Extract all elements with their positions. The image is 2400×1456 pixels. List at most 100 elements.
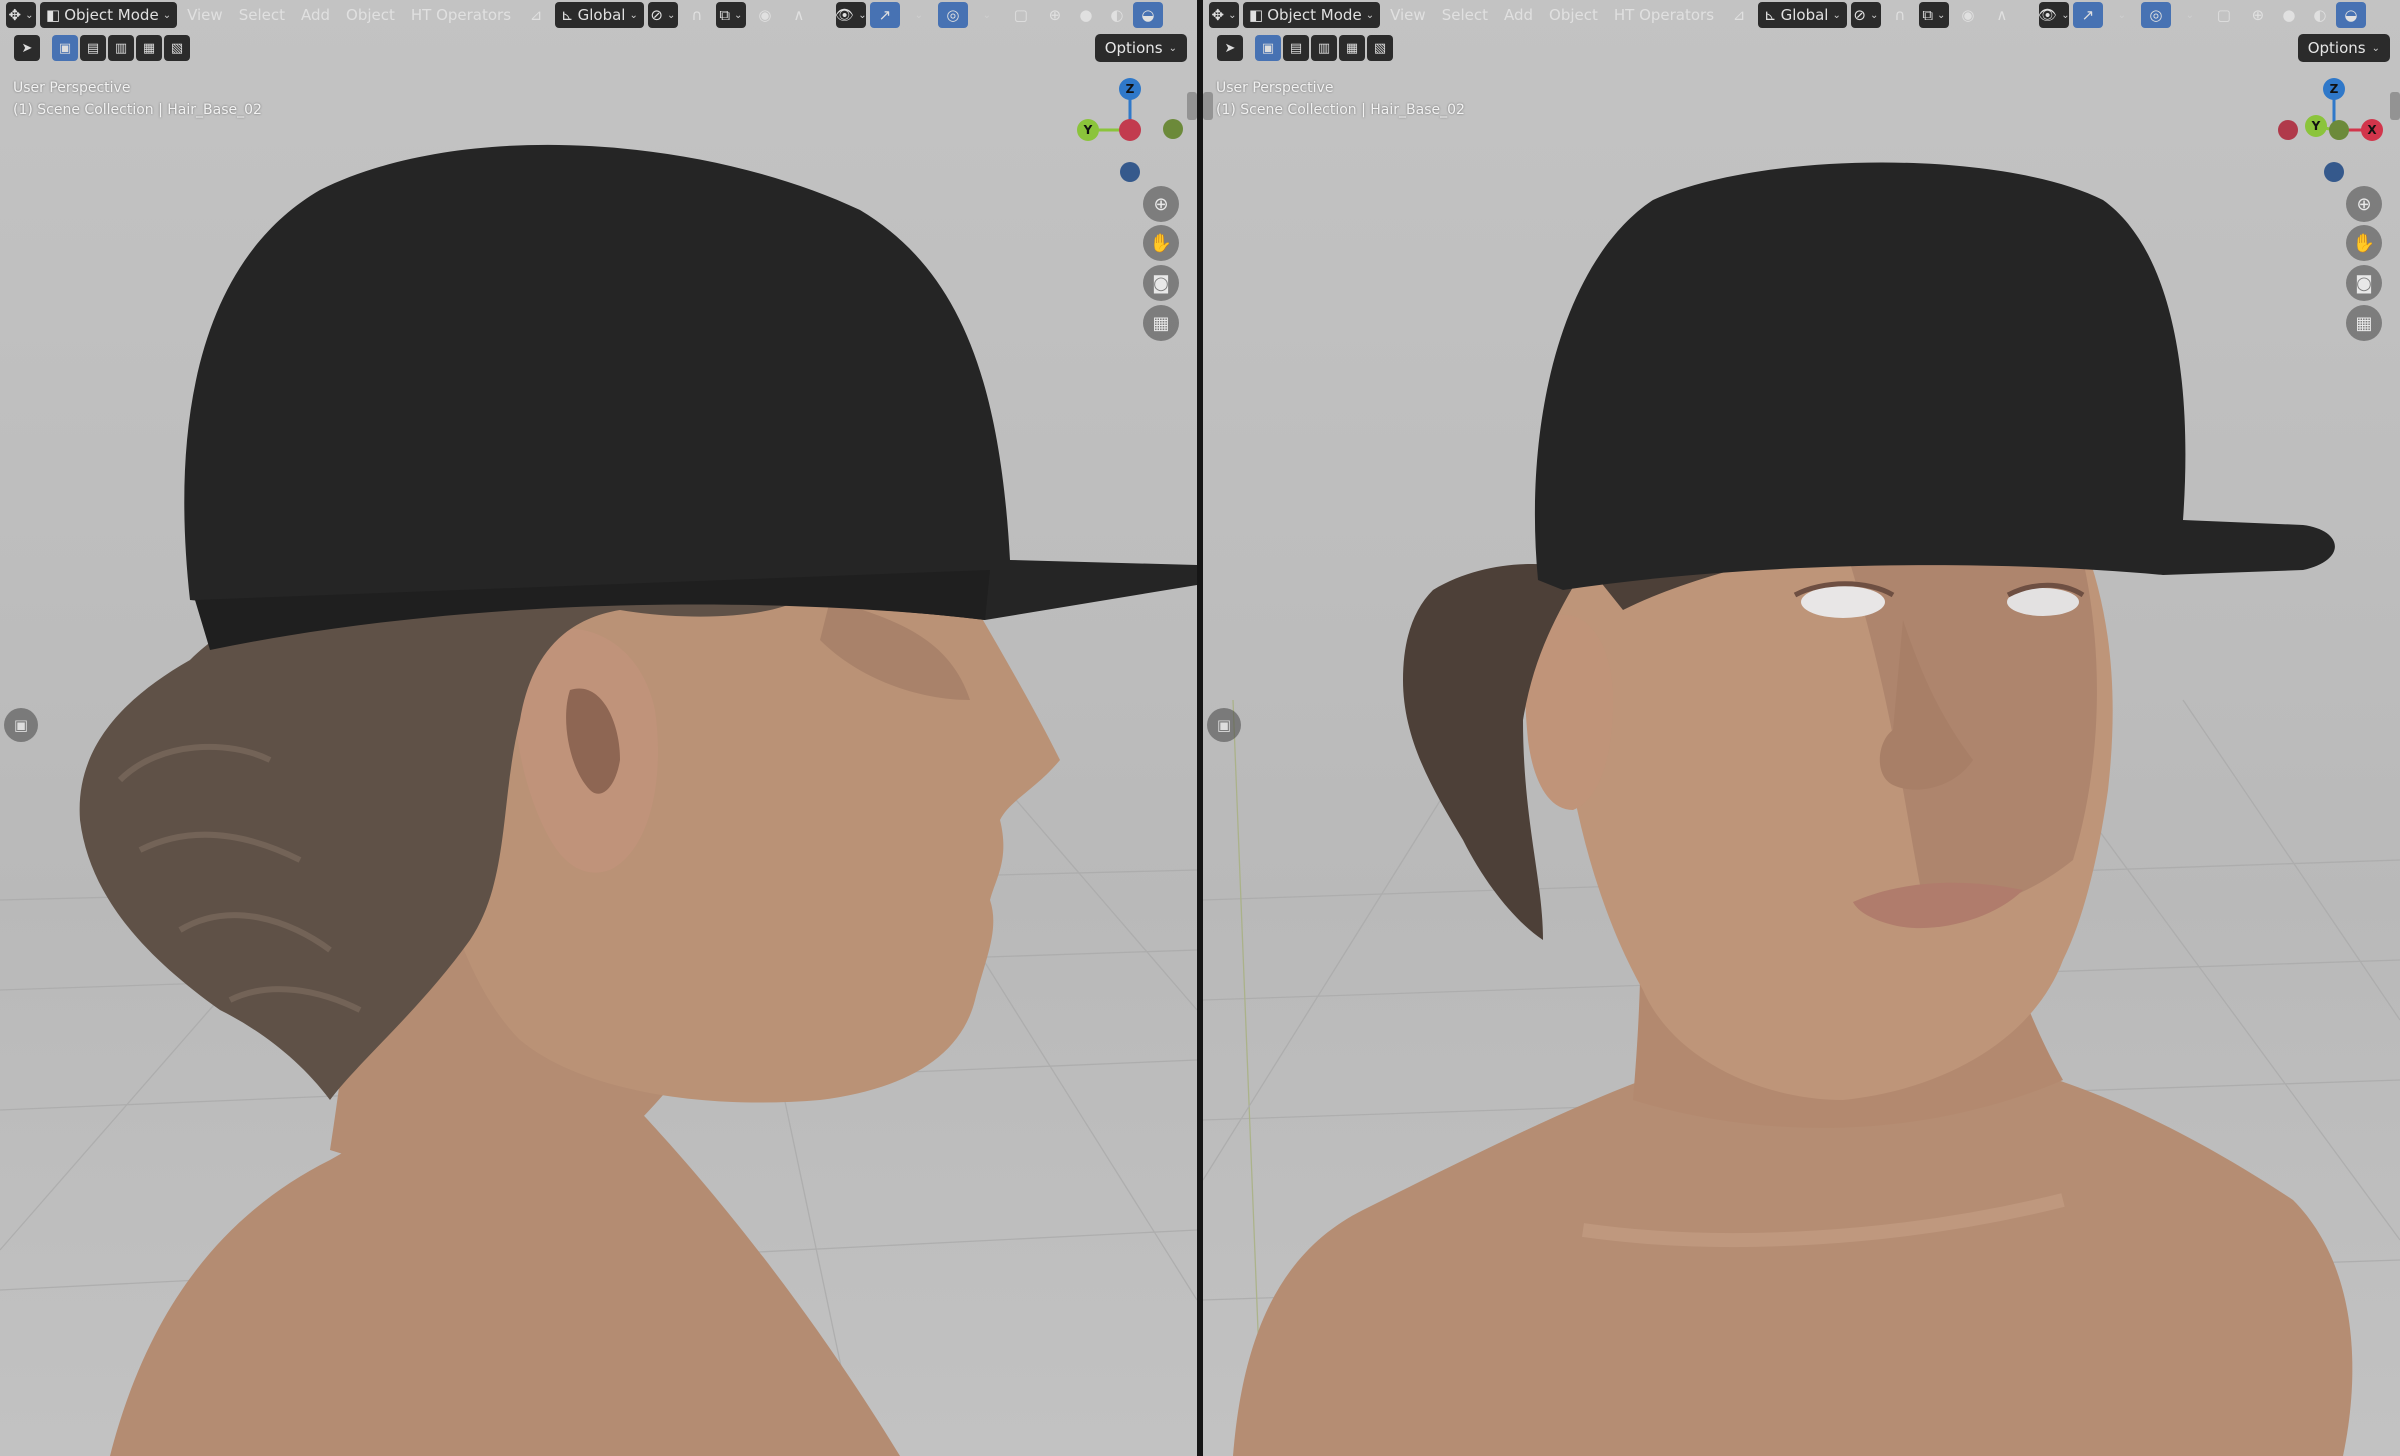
select-tool-icon[interactable]: ➤ bbox=[14, 35, 40, 61]
mode-selector[interactable]: ◧ Object Mode ⌄ bbox=[1243, 2, 1381, 28]
gizmo-menu-chevron-icon[interactable]: ⌄ bbox=[904, 2, 934, 28]
ht-operator-icon[interactable]: ⊿ bbox=[521, 2, 551, 28]
menu-view[interactable]: View bbox=[1384, 2, 1432, 28]
head-side-view bbox=[79, 144, 1197, 1456]
options-button[interactable]: Options ⌄ bbox=[2297, 34, 2390, 62]
menu-object[interactable]: Object bbox=[1543, 2, 1604, 28]
sidebar-edge-tab[interactable] bbox=[2390, 92, 2400, 120]
toolbar-edge-tab[interactable] bbox=[1203, 92, 1213, 120]
xray-icon[interactable]: ▢ bbox=[1006, 2, 1036, 28]
navigation-gizmo[interactable]: Z Y X bbox=[2278, 78, 2388, 188]
select-new-icon[interactable]: ▣ bbox=[52, 35, 78, 61]
select-subtract-icon[interactable]: ▥ bbox=[1311, 35, 1337, 61]
pivot-icon[interactable]: ⊘ ⌄ bbox=[1850, 2, 1881, 28]
select-extend-icon[interactable]: ▤ bbox=[80, 35, 106, 61]
select-subtract-icon[interactable]: ▥ bbox=[108, 35, 134, 61]
menu-ht-operators[interactable]: HT Operators bbox=[1608, 2, 1720, 28]
gizmo-z-axis-negative[interactable] bbox=[1120, 162, 1140, 182]
gizmo-y-axis-negative[interactable] bbox=[2329, 120, 2349, 140]
gizmo-z-axis[interactable]: Z bbox=[1119, 78, 1141, 100]
gizmo-x-axis[interactable]: X bbox=[2361, 119, 2383, 141]
zoom-icon[interactable]: ⊕ bbox=[1143, 186, 1179, 222]
proportional-edit-icon[interactable]: ◉ bbox=[750, 2, 780, 28]
rendered-shading-icon[interactable]: ◒ bbox=[2335, 2, 2366, 28]
wireframe-shading-icon[interactable]: ⊕ bbox=[2243, 2, 2273, 28]
snap-target-icon[interactable]: ⧉ ⌄ bbox=[715, 2, 746, 28]
menu-select[interactable]: Select bbox=[233, 2, 291, 28]
menu-select[interactable]: Select bbox=[1436, 2, 1494, 28]
menu-add[interactable]: Add bbox=[295, 2, 336, 28]
gizmo-toggle-icon[interactable]: ↗ bbox=[869, 2, 900, 28]
select-invert-icon[interactable]: ▦ bbox=[1339, 35, 1365, 61]
gizmo-z-axis-negative[interactable] bbox=[2324, 162, 2344, 182]
toolbar-toggle-icon[interactable]: ▣ bbox=[4, 708, 38, 742]
gizmo-x-axis-negative[interactable] bbox=[1119, 119, 1141, 141]
overlay-icon[interactable]: ◎ bbox=[2140, 2, 2171, 28]
navigation-gizmo[interactable]: Z Y bbox=[1070, 78, 1183, 188]
solid-shading-icon[interactable]: ● bbox=[2274, 2, 2304, 28]
camera-icon[interactable]: ◙ bbox=[1143, 265, 1179, 301]
overlay-menu-chevron-icon[interactable]: ⌄ bbox=[2175, 2, 2205, 28]
pivot-icon[interactable]: ⊘ ⌄ bbox=[647, 2, 678, 28]
gizmo-z-axis[interactable]: Z bbox=[2323, 78, 2345, 100]
viewport-info: User Perspective (1) Scene Collection | … bbox=[13, 77, 262, 121]
orientation-selector[interactable]: ⊾ Global ⌄ bbox=[555, 2, 644, 28]
grid-view-icon[interactable]: ▦ bbox=[1143, 305, 1179, 341]
orientation-selector[interactable]: ⊾ Global ⌄ bbox=[1758, 2, 1847, 28]
gizmo-y-axis-negative[interactable] bbox=[1163, 119, 1183, 139]
gizmo-menu-chevron-icon[interactable]: ⌄ bbox=[2107, 2, 2137, 28]
camera-icon[interactable]: ◙ bbox=[2346, 265, 2382, 301]
select-tool-icon[interactable]: ➤ bbox=[1217, 35, 1243, 61]
menu-view[interactable]: View bbox=[181, 2, 229, 28]
xray-icon[interactable]: ▢ bbox=[2209, 2, 2239, 28]
material-shading-icon[interactable]: ◐ bbox=[1102, 2, 1132, 28]
menu-ht-operators[interactable]: HT Operators bbox=[405, 2, 517, 28]
select-invert-icon[interactable]: ▦ bbox=[136, 35, 162, 61]
mode-selector[interactable]: ◧ Object Mode ⌄ bbox=[40, 2, 178, 28]
select-new-icon[interactable]: ▣ bbox=[1255, 35, 1281, 61]
viewport-left[interactable]: ✥ ⌄ ◧ Object Mode ⌄ View Select Add Objec… bbox=[0, 0, 1197, 1456]
select-extend-icon[interactable]: ▤ bbox=[1283, 35, 1309, 61]
toolbar-toggle-icon[interactable]: ▣ bbox=[1207, 708, 1241, 742]
select-intersect-icon[interactable]: ▧ bbox=[164, 35, 190, 61]
falloff-icon[interactable]: ∧ bbox=[784, 2, 814, 28]
orientation-label: Global bbox=[577, 6, 626, 24]
overlay-icon[interactable]: ◎ bbox=[937, 2, 968, 28]
snap-target-icon[interactable]: ⧉ ⌄ bbox=[1918, 2, 1949, 28]
select-tool-row: ➤ ▣ ▤ ▥ ▦ ▧ bbox=[1217, 34, 1393, 62]
ht-operator-icon[interactable]: ⊿ bbox=[1724, 2, 1754, 28]
material-shading-icon[interactable]: ◐ bbox=[2305, 2, 2335, 28]
editor-type-icon[interactable]: ✥ ⌄ bbox=[1209, 2, 1239, 28]
visibility-icon[interactable]: 👁 ⌄ bbox=[835, 2, 867, 28]
orientation-icon: ⊾ bbox=[1764, 5, 1777, 24]
snap-icon[interactable]: ∩ bbox=[1885, 2, 1915, 28]
solid-shading-icon[interactable]: ● bbox=[1071, 2, 1101, 28]
object-mode-icon: ◧ bbox=[46, 5, 61, 24]
select-tool-row: ➤ ▣ ▤ ▥ ▦ ▧ bbox=[14, 34, 190, 62]
gizmo-toggle-icon[interactable]: ↗ bbox=[2072, 2, 2103, 28]
chevron-down-icon: ⌄ bbox=[2371, 42, 2380, 54]
view-name: User Perspective bbox=[13, 80, 131, 96]
pan-hand-icon[interactable]: ✋ bbox=[1143, 225, 1179, 261]
gizmo-y-axis[interactable]: Y bbox=[2305, 115, 2327, 137]
sidebar-edge-tab[interactable] bbox=[1187, 92, 1197, 120]
overlay-menu-chevron-icon[interactable]: ⌄ bbox=[972, 2, 1002, 28]
select-intersect-icon[interactable]: ▧ bbox=[1367, 35, 1393, 61]
falloff-icon[interactable]: ∧ bbox=[1987, 2, 2017, 28]
menu-object[interactable]: Object bbox=[340, 2, 401, 28]
snap-icon[interactable]: ∩ bbox=[682, 2, 712, 28]
gizmo-x-axis-negative[interactable] bbox=[2278, 120, 2298, 140]
viewport-right[interactable]: ✥ ⌄ ◧ Object Mode ⌄ View Select Add Objec… bbox=[1203, 0, 2400, 1456]
chevron-down-icon: ⌄ bbox=[1168, 42, 1177, 54]
grid-view-icon[interactable]: ▦ bbox=[2346, 305, 2382, 341]
menu-add[interactable]: Add bbox=[1498, 2, 1539, 28]
options-button[interactable]: Options ⌄ bbox=[1094, 34, 1187, 62]
rendered-shading-icon[interactable]: ◒ bbox=[1132, 2, 1163, 28]
wireframe-shading-icon[interactable]: ⊕ bbox=[1040, 2, 1070, 28]
gizmo-y-axis[interactable]: Y bbox=[1077, 119, 1099, 141]
proportional-edit-icon[interactable]: ◉ bbox=[1953, 2, 1983, 28]
pan-hand-icon[interactable]: ✋ bbox=[2346, 225, 2382, 261]
zoom-icon[interactable]: ⊕ bbox=[2346, 186, 2382, 222]
editor-type-icon[interactable]: ✥ ⌄ bbox=[6, 2, 36, 28]
visibility-icon[interactable]: 👁 ⌄ bbox=[2038, 2, 2070, 28]
